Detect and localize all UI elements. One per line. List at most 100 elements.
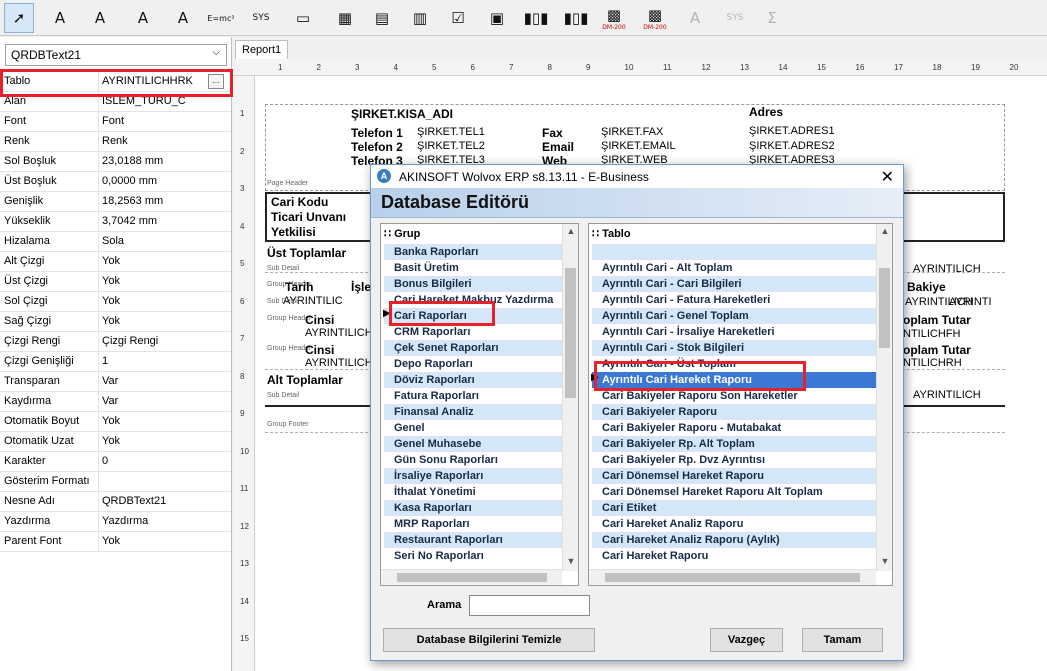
bakiye-label[interactable]: Bakiye	[907, 280, 946, 294]
group-list-item[interactable]: İrsaliye Raporları	[384, 468, 562, 484]
ust-toplamlar-label[interactable]: Üst Toplamlar	[267, 246, 346, 260]
ok-button[interactable]: Tamam	[802, 628, 883, 652]
adres2-field[interactable]: ŞIRKET.ADRES2	[749, 140, 835, 152]
dialog-titlebar[interactable]: A AKINSOFT Wolvox ERP s8.13.11 - E-Busin…	[371, 165, 903, 188]
tel1-label[interactable]: Telefon 1	[351, 126, 403, 140]
group-list-item[interactable]: Finansal Analiz	[384, 404, 562, 420]
property-value[interactable]: Var	[102, 375, 118, 387]
property-row[interactable]: Yazdırma Yazdırma	[0, 512, 231, 532]
right-field-1[interactable]: AYRINTILICH	[913, 263, 981, 275]
group-scroll-thumb[interactable]	[565, 268, 576, 398]
property-value[interactable]: Yok	[102, 315, 120, 327]
property-value[interactable]: Yazdırma	[102, 515, 148, 527]
table-list-item[interactable]: Cari Bakiyeler Raporu	[592, 404, 876, 420]
text-disabled-icon[interactable]: A	[680, 3, 710, 33]
table-list-item[interactable]: Ayrıntılı Cari - Genel Toplam	[592, 308, 876, 324]
property-row[interactable]: Üst Çizgi Yok	[0, 272, 231, 292]
property-value[interactable]: 23,0188 mm	[102, 155, 163, 167]
toplam-tutar-label-2[interactable]: oplam Tutar	[903, 343, 971, 357]
object-selector[interactable]: QRDBText21 ⌵	[5, 44, 227, 66]
shape-icon[interactable]: ▭	[288, 3, 318, 33]
group-list-item[interactable]: İthalat Yönetimi	[384, 484, 562, 500]
cancel-button[interactable]: Vazgeç	[710, 628, 783, 652]
group-listbox[interactable]: ∷ Grup Banka Raporları Basit Üretim Bonus …	[380, 223, 579, 586]
property-row[interactable]: Sağ Çizgi Yok	[0, 312, 231, 332]
property-row[interactable]: Çizgi Genişliği 1	[0, 352, 231, 372]
property-value[interactable]: Yok	[102, 295, 120, 307]
right-field-5[interactable]: NTILICHRH	[903, 357, 962, 369]
table-list-item[interactable]: Cari Dönemsel Hareket Raporu	[592, 468, 876, 484]
image-icon[interactable]: ▦	[330, 3, 360, 33]
table-list-item[interactable]: Ayrıntılı Cari - Fatura Hareketleri	[592, 292, 876, 308]
property-row[interactable]: Gösterim Formatı	[0, 472, 231, 492]
property-value[interactable]: 1	[102, 355, 108, 367]
table-list-item[interactable]: Ayrıntılı Cari - Alt Toplam	[592, 260, 876, 276]
cinsi-field-2[interactable]: AYRINTILICH	[305, 357, 373, 369]
property-row[interactable]: Otomatik Boyut Yok	[0, 412, 231, 432]
pointer-icon[interactable]: ➚	[4, 3, 34, 33]
table-listbox[interactable]: ∷ Tablo Ayrıntılı Cari - Alt Toplam Ayrın…	[588, 223, 893, 586]
group-list-item[interactable]: Seri No Raporları	[384, 548, 562, 564]
ticari-unvani-label[interactable]: Ticari Unvanı	[271, 210, 346, 224]
table-list-item[interactable]	[592, 244, 876, 260]
group-list-item[interactable]: Gün Sonu Raporları	[384, 452, 562, 468]
property-row[interactable]: Karakter 0	[0, 452, 231, 472]
close-icon[interactable]: ✕	[881, 167, 894, 186]
property-row[interactable]: Transparan Var	[0, 372, 231, 392]
table-list-item[interactable]: Cari Bakiyeler Raporu - Mutabakat	[592, 420, 876, 436]
group-list-item[interactable]: Depo Raporları	[384, 356, 562, 372]
property-row[interactable]: Renk Renk	[0, 132, 231, 152]
property-value[interactable]: Çizgi Rengi	[102, 335, 158, 347]
adres1-field[interactable]: ŞIRKET.ADRES1	[749, 125, 835, 137]
right-field-6[interactable]: AYRINTILICH	[913, 389, 981, 401]
table-list-item[interactable]: Cari Hareket Analiz Raporu (Aylık)	[592, 532, 876, 548]
email-field[interactable]: ŞIRKET.EMAIL	[601, 140, 676, 152]
tel2-label[interactable]: Telefon 2	[351, 140, 403, 154]
sum-disabled-icon[interactable]: Σ	[757, 3, 787, 33]
group-list-item[interactable]: Banka Raporları	[384, 244, 562, 260]
property-row[interactable]: Hizalama Sola	[0, 232, 231, 252]
table-list-item[interactable]: Ayrıntılı Cari - Cari Bilgileri	[592, 276, 876, 292]
checkbox-icon[interactable]: ☑	[443, 3, 473, 33]
richtext-icon[interactable]: ▥	[405, 3, 435, 33]
yetkilisi-label[interactable]: Yetkilisi	[271, 225, 316, 239]
tab-report1[interactable]: Report1	[235, 40, 289, 59]
property-row[interactable]: Parent Font Yok	[0, 532, 231, 552]
property-row[interactable]: Font Font	[0, 112, 231, 132]
property-value[interactable]: Var	[102, 395, 118, 407]
datamatrix-icon[interactable]: ▩ DM-200	[599, 3, 629, 33]
group-list-item[interactable]: Döviz Raporları	[384, 372, 562, 388]
property-row[interactable]: Çizgi Rengi Çizgi Rengi	[0, 332, 231, 352]
property-value[interactable]: Font	[102, 115, 124, 127]
table-hscroll[interactable]	[589, 569, 876, 585]
table-scroll-thumb[interactable]	[879, 268, 890, 348]
clear-database-button[interactable]: Database Bilgilerini Temizle	[383, 628, 595, 652]
formula-icon[interactable]: E=mc²	[206, 3, 236, 33]
property-value[interactable]: 18,2563 mm	[102, 195, 163, 207]
subreport-icon[interactable]: ▣	[482, 3, 512, 33]
property-row[interactable]: Sol Çizgi Yok	[0, 292, 231, 312]
tarih-label[interactable]: Tarih	[285, 280, 313, 294]
islem-label[interactable]: İşle	[351, 280, 371, 294]
cari-kodu-label[interactable]: Cari Kodu	[271, 195, 328, 209]
cinsi-field-1[interactable]: AYRINTILICH	[305, 327, 373, 339]
scroll-up-icon[interactable]: ▲	[877, 226, 892, 236]
group-list-item[interactable]: Basit Üretim	[384, 260, 562, 276]
group-list-item[interactable]: Genel Muhasebe	[384, 436, 562, 452]
scroll-up-icon[interactable]: ▲	[563, 226, 578, 236]
table-list-item[interactable]: Ayrıntılı Cari - Stok Bilgileri	[592, 340, 876, 356]
group-list-item[interactable]: Çek Senet Raporları	[384, 340, 562, 356]
group-list-item[interactable]: Genel	[384, 420, 562, 436]
group-hscroll-thumb[interactable]	[397, 573, 547, 582]
company-short-name[interactable]: ŞIRKET.KISA_ADI	[351, 107, 453, 121]
right-field-4[interactable]: NTILICHFH	[903, 328, 960, 340]
property-value[interactable]: 3,7042 mm	[102, 215, 157, 227]
property-value[interactable]: Yok	[102, 415, 120, 427]
adres-label[interactable]: Adres	[749, 105, 783, 119]
sys-disabled-icon[interactable]: SYS	[720, 3, 750, 33]
property-row[interactable]: Genişlik 18,2563 mm	[0, 192, 231, 212]
cinsi-label-1[interactable]: Cinsi	[305, 313, 334, 327]
property-value[interactable]: Sola	[102, 235, 124, 247]
group-list-item[interactable]: MRP Raporları	[384, 516, 562, 532]
table-vscroll[interactable]: ▲ ▼	[876, 224, 892, 571]
